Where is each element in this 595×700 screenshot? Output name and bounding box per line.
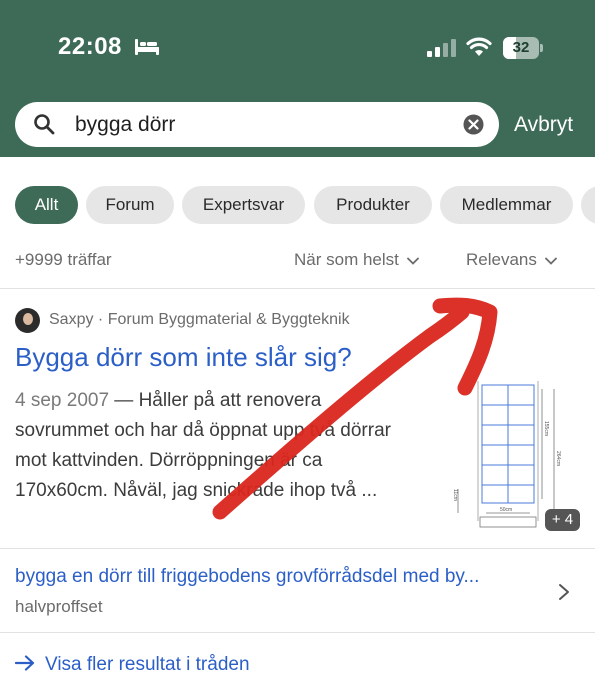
battery-level: 32 xyxy=(512,39,530,56)
related-result-source: halvproffset xyxy=(15,597,103,616)
image-count-badge: + 4 xyxy=(545,509,580,531)
bed-icon xyxy=(135,39,159,55)
divider xyxy=(0,548,595,549)
chevron-down-icon xyxy=(406,257,419,265)
status-time: 22:08 xyxy=(58,33,122,60)
drawing-label: 264cm xyxy=(555,451,561,466)
time-filter-label: När som helst xyxy=(294,250,399,269)
time-filter-dropdown[interactable]: När som helst xyxy=(294,250,419,270)
chip-medlemmar[interactable]: Medlemmar xyxy=(440,186,573,224)
signal-icon xyxy=(427,39,456,57)
arrow-right-icon xyxy=(15,655,35,671)
chip-more[interactable] xyxy=(581,186,595,224)
search-icon xyxy=(34,114,55,135)
sort-label: Relevans xyxy=(466,250,537,269)
drawing-label: 50cm xyxy=(500,507,512,513)
drawing-label: 155cm xyxy=(543,421,549,436)
show-more-link[interactable]: Visa fler resultat i tråden xyxy=(15,654,250,676)
battery-icon: 32 xyxy=(503,37,543,59)
app-header: 22:08 32 bygga dörr Avbryt xyxy=(0,0,595,157)
filter-chips: Allt Forum Expertsvar Produkter Medlemma… xyxy=(15,186,595,226)
result-snippet: 4 sep 2007 — Håller på att renovera sovr… xyxy=(15,386,420,506)
divider xyxy=(0,632,595,633)
show-more-label: Visa fler resultat i tråden xyxy=(45,654,250,675)
search-input[interactable]: bygga dörr xyxy=(15,102,499,147)
chip-forum[interactable]: Forum xyxy=(86,186,174,224)
wifi-icon xyxy=(466,37,492,56)
drawing-label: 11cm xyxy=(452,489,458,501)
hit-count: +9999 träffar xyxy=(15,250,112,269)
divider xyxy=(0,288,595,289)
chip-expertsvar[interactable]: Expertsvar xyxy=(182,186,305,224)
avatar xyxy=(15,308,40,333)
sort-dropdown[interactable]: Relevans xyxy=(466,250,557,270)
chip-allt[interactable]: Allt xyxy=(15,186,78,224)
related-result-link[interactable]: bygga en dörr till friggebodens grovförr… xyxy=(15,566,479,588)
cancel-button[interactable]: Avbryt xyxy=(514,113,573,137)
clear-icon[interactable] xyxy=(463,114,484,135)
result-source[interactable]: Saxpy · Forum Byggmaterial & Byggteknik xyxy=(49,311,350,329)
result-title-link[interactable]: Bygga dörr som inte slår sig? xyxy=(15,342,352,373)
result-date: 4 sep 2007 xyxy=(15,390,110,411)
chevron-right-icon[interactable] xyxy=(558,583,570,601)
chevron-down-icon xyxy=(544,257,557,265)
search-query[interactable]: bygga dörr xyxy=(75,113,175,137)
chip-produkter[interactable]: Produkter xyxy=(314,186,432,224)
